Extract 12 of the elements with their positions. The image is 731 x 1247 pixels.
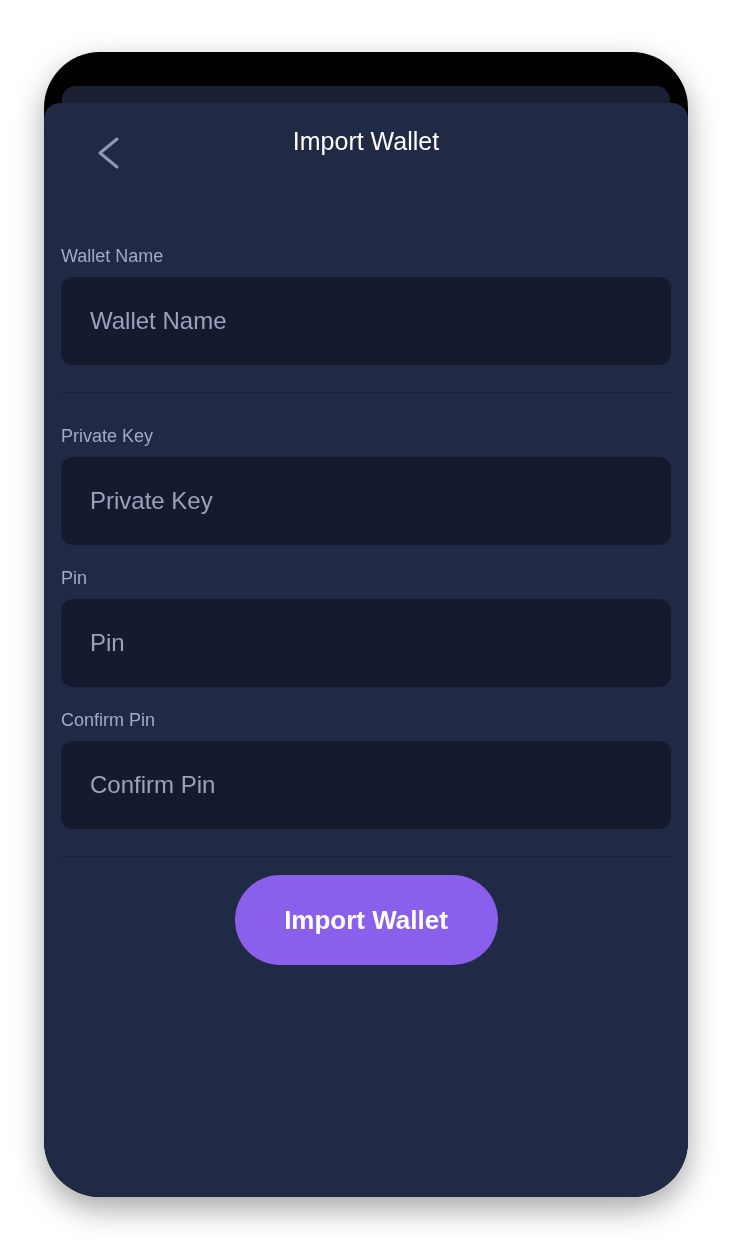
- field-label: Private Key: [61, 425, 154, 448]
- input-field[interactable]: Confirm Pin: [61, 741, 671, 829]
- input-field[interactable]: Pin: [61, 599, 671, 687]
- input-field[interactable]: Private Key: [61, 457, 671, 545]
- field-label: Pin: [61, 567, 87, 590]
- back-button[interactable]: [97, 137, 119, 169]
- field-label: Wallet Name: [61, 245, 164, 268]
- back-icon: [97, 137, 119, 169]
- import-wallet-button[interactable]: Import Wallet: [234, 875, 498, 965]
- input-field[interactable]: Wallet Name: [61, 277, 671, 365]
- field-label: Confirm Pin: [61, 709, 156, 732]
- screen-title: Import Wallet: [292, 126, 440, 157]
